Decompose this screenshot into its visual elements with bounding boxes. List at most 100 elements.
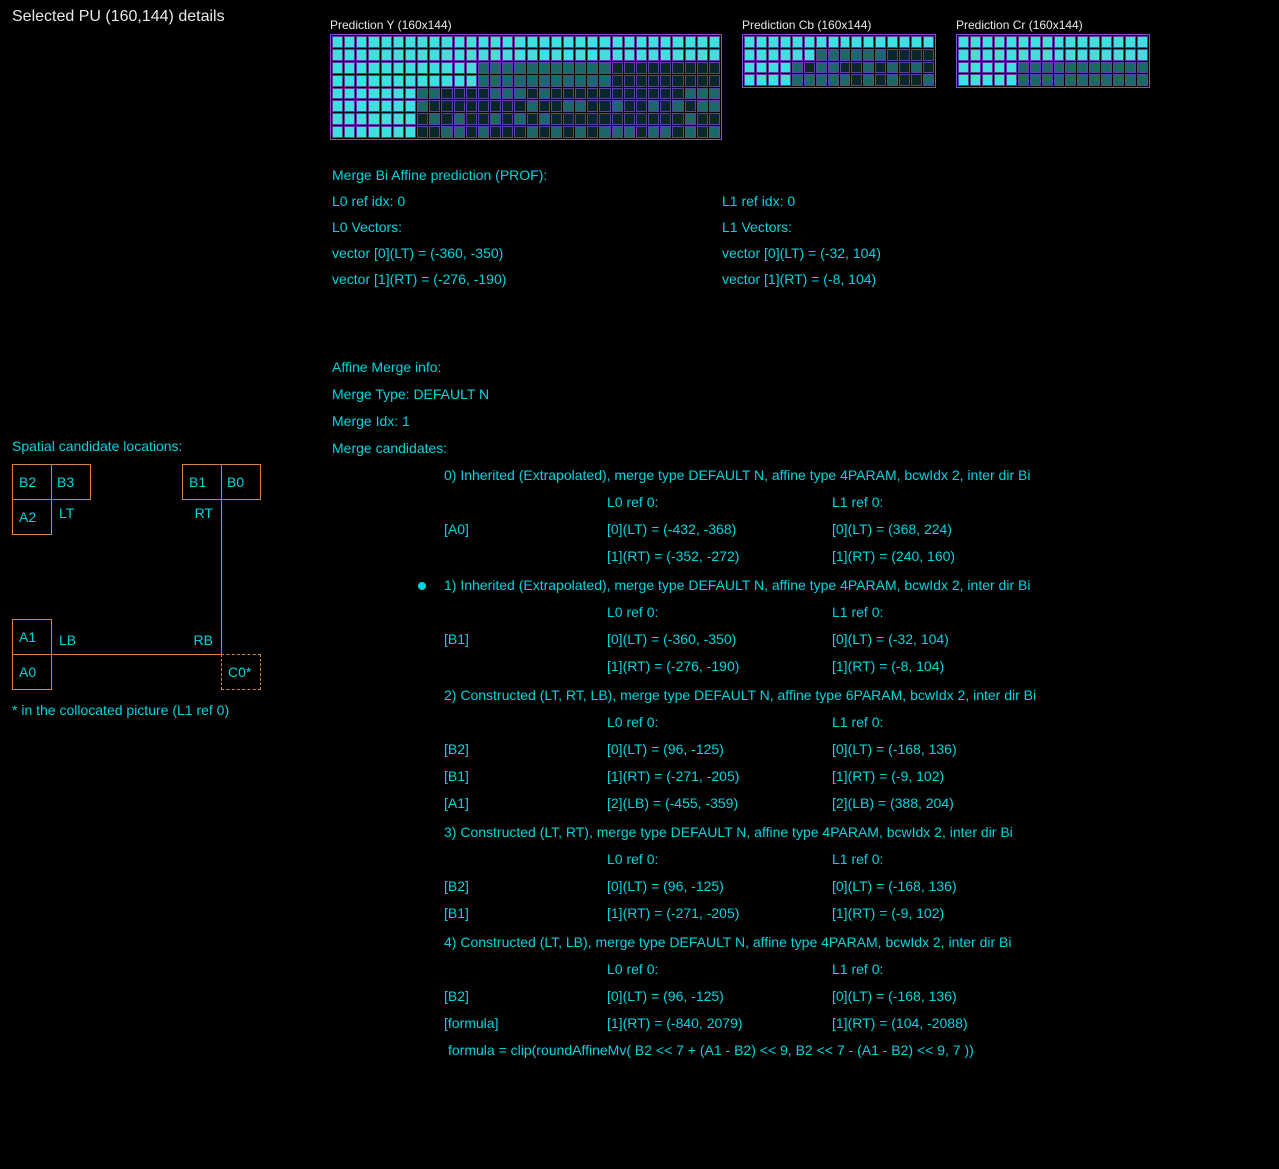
prediction-cr: Prediction Cr (160x144) <box>956 18 1150 140</box>
l1-ref-label: L1 ref 0: <box>832 709 883 736</box>
l1-vector-1: vector [1](RT) = (-8, 104) <box>722 266 1122 292</box>
pixel <box>417 126 428 138</box>
candidate-row: [A1][2](LB) = (-455, -359)[2](LB) = (388… <box>444 790 1252 817</box>
pixel <box>768 74 779 86</box>
pixel <box>478 49 489 61</box>
cell-b2[interactable]: B2 <box>12 464 52 500</box>
merge-candidate[interactable]: 1) Inherited (Extrapolated), merge type … <box>412 572 1252 680</box>
merge-candidate[interactable]: 3) Constructed (LT, RT), merge type DEFA… <box>412 819 1252 927</box>
candidate-row: [1](RT) = (-276, -190)[1](RT) = (-8, 104… <box>444 653 1252 680</box>
pixel <box>982 49 993 61</box>
pixel <box>780 74 791 86</box>
pixel <box>624 126 635 138</box>
pixel <box>660 49 671 61</box>
cell-b1[interactable]: B1 <box>182 464 222 500</box>
pixel <box>417 100 428 112</box>
candidate-row: [formula][1](RT) = (-840, 2079)[1](RT) =… <box>444 1010 1252 1037</box>
pixel <box>1089 74 1100 86</box>
pixel <box>685 126 696 138</box>
pixel <box>840 62 851 74</box>
pixel <box>551 36 562 48</box>
cell-c0[interactable]: C0* <box>221 654 261 690</box>
selected-indicator <box>412 572 444 599</box>
spatial-title: Spatial candidate locations: <box>12 438 272 454</box>
pixel <box>816 36 827 48</box>
pixel <box>563 126 574 138</box>
pixel <box>344 49 355 61</box>
row-l1: [1](RT) = (-9, 102) <box>832 900 944 927</box>
pixel <box>636 100 647 112</box>
pixel <box>563 88 574 100</box>
pixel <box>851 36 862 48</box>
row-l1: [0](LT) = (-32, 104) <box>832 626 949 653</box>
pixel <box>356 88 367 100</box>
pixel <box>575 49 586 61</box>
pixel <box>527 62 538 74</box>
pixel <box>368 62 379 74</box>
pixel <box>648 113 659 125</box>
pixel <box>1006 74 1017 86</box>
pixel <box>899 62 910 74</box>
pixel <box>1065 62 1076 74</box>
cell-a2[interactable]: A2 <box>12 499 52 535</box>
pixel <box>429 100 440 112</box>
prediction-y-grid[interactable] <box>330 34 722 140</box>
pixel <box>840 49 851 61</box>
candidate-row: [B1][0](LT) = (-360, -350)[0](LT) = (-32… <box>444 626 1252 653</box>
pixel <box>660 88 671 100</box>
pixel <box>417 36 428 48</box>
label-rt: RT <box>195 505 213 521</box>
cell-main[interactable]: LT RT LB RB <box>51 499 222 655</box>
pixel <box>863 62 874 74</box>
merge-candidate[interactable]: 4) Constructed (LT, LB), merge type DEFA… <box>412 929 1252 1064</box>
pixel <box>744 36 755 48</box>
pixel <box>478 126 489 138</box>
pixel <box>587 62 598 74</box>
l1-vectors-label: L1 Vectors: <box>722 214 1122 240</box>
pixel <box>660 75 671 87</box>
pixel <box>744 62 755 74</box>
cell-b0[interactable]: B0 <box>221 464 261 500</box>
pixel <box>697 100 708 112</box>
pixel <box>1018 62 1029 74</box>
pixel <box>429 75 440 87</box>
pixel <box>368 113 379 125</box>
pixel <box>575 62 586 74</box>
pixel <box>514 126 525 138</box>
pixel <box>466 100 477 112</box>
pixel <box>1018 49 1029 61</box>
pixel <box>356 49 367 61</box>
pixel <box>648 100 659 112</box>
pixel <box>612 36 623 48</box>
pixel <box>1125 74 1136 86</box>
prediction-cr-grid[interactable] <box>956 34 1150 88</box>
pixel <box>1113 49 1124 61</box>
pixel <box>332 113 343 125</box>
pixel <box>344 113 355 125</box>
pixel <box>441 113 452 125</box>
prediction-cb-grid[interactable] <box>742 34 936 88</box>
cell-a0[interactable]: A0 <box>12 654 52 690</box>
pixel <box>441 88 452 100</box>
pixel <box>514 49 525 61</box>
pixel <box>417 113 428 125</box>
pixel <box>344 62 355 74</box>
pixel <box>612 100 623 112</box>
cell-a1[interactable]: A1 <box>12 619 52 655</box>
candidate-row: [B2][0](LT) = (96, -125)[0](LT) = (-168,… <box>444 873 1252 900</box>
pixel <box>697 75 708 87</box>
pixel <box>478 88 489 100</box>
pixel <box>863 49 874 61</box>
pixel <box>466 62 477 74</box>
pixel <box>368 75 379 87</box>
pixel <box>539 113 550 125</box>
l1-ref-label: L1 ref 0: <box>832 846 883 873</box>
pixel <box>648 62 659 74</box>
pixel <box>887 74 898 86</box>
cell-b3[interactable]: B3 <box>51 464 91 500</box>
pixel <box>982 36 993 48</box>
pixel <box>1077 62 1088 74</box>
merge-candidate[interactable]: 2) Constructed (LT, RT, LB), merge type … <box>412 682 1252 817</box>
merge-candidate[interactable]: 0) Inherited (Extrapolated), merge type … <box>412 462 1252 570</box>
pixel <box>612 49 623 61</box>
